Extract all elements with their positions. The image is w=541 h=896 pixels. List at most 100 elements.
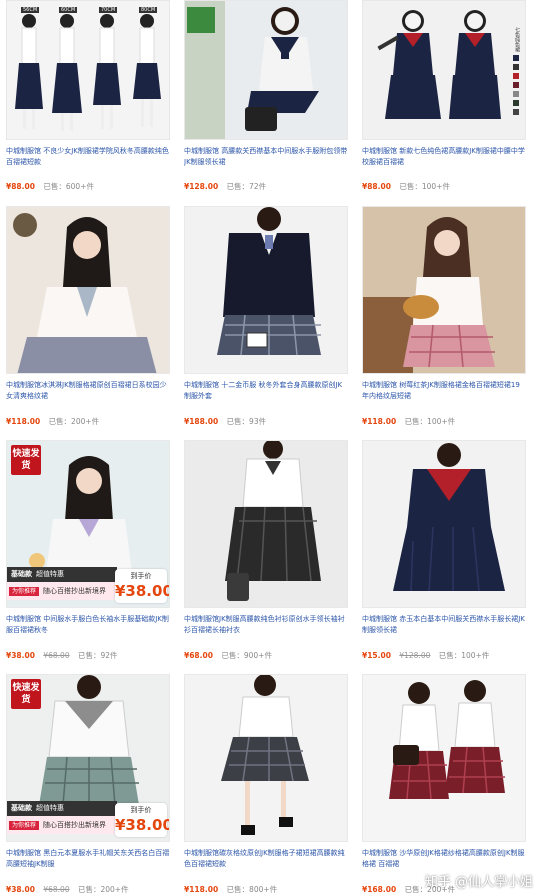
promo-top: 基础款 超值特惠	[7, 801, 117, 816]
product-meta: ¥15.00 ¥128.00 已售：100+件	[362, 650, 526, 661]
product-card[interactable]: 中城制服馆JK制服高腰款纯色衬衫原创水手领长袖衬衫百褶裙长袖衬衣 ¥68.00 …	[178, 440, 348, 661]
product-card[interactable]: 中城制服馆冰淇淋JK制服格裙原创百褶裙日系校园少女清爽格纹裙 ¥118.00 已…	[0, 206, 170, 427]
product-price: ¥118.00	[6, 417, 41, 426]
promo-price: ¥38.00	[115, 582, 170, 600]
product-price: ¥15.00	[362, 651, 391, 660]
product-price: ¥68.00	[184, 651, 213, 660]
product-image[interactable]	[184, 206, 348, 374]
product-title[interactable]: 中城制服馆JK制服高腰款纯色衬衫原创水手领长袖衬衫百褶裙长袖衬衣	[184, 614, 348, 636]
product-meta: ¥188.00 已售：93件	[184, 416, 348, 427]
product-title[interactable]: 中城制服馆 沙华原创JK格裙纱格裙高腰款原创JK制服格裙 百褶裙	[362, 848, 526, 870]
product-meta: ¥38.00 ¥68.00 已售：200+件	[6, 884, 170, 895]
product-card[interactable]: 快速发货 基础款 超值特惠 为你推荐 随心百搭抄出新境界 到手价 ¥38.00 中城制…	[0, 674, 170, 895]
sold-count: 已售：100+件	[399, 182, 450, 191]
original-price: ¥68.00	[43, 885, 70, 894]
promo-basic: 基础款	[11, 804, 32, 812]
product-card[interactable]: 中城制服馆 高腰款关西襟基本中间服水手服附包领带JK制服领长裙 ¥128.00 …	[178, 0, 348, 218]
product-price: ¥38.00	[6, 885, 35, 894]
size-label: 60CM	[59, 7, 78, 13]
sold-count: 已售：92件	[77, 651, 118, 660]
promo-banner: 基础款 超值特惠 为你推荐 随心百搭抄出新境界 到手价 ¥38.00	[7, 567, 169, 607]
product-meta: ¥118.00 已售：100+件	[362, 416, 526, 427]
product-price: ¥128.00	[184, 182, 219, 191]
sold-count: 已售：600+件	[43, 182, 94, 191]
promo-deal: 超值特惠	[36, 570, 64, 578]
promo-basic: 基础款	[11, 570, 32, 578]
product-card[interactable]: 中城制服馆 沙华原创JK格裙纱格裙高腰款原创JK制服格裙 百褶裙 ¥168.00…	[356, 674, 526, 894]
sold-count: 已售：200+件	[48, 417, 100, 426]
product-meta: ¥118.00 已售：200+件	[6, 416, 170, 427]
original-price: ¥128.00	[399, 651, 431, 660]
product-title[interactable]: 中城制服馆 中间服水手服白色长袖水手服基础款JK制服百褶裙秋冬	[6, 614, 170, 636]
product-image[interactable]	[184, 440, 348, 608]
original-price: ¥68.00	[43, 651, 70, 660]
sold-count: 已售：900+件	[221, 651, 272, 660]
product-meta: ¥38.00 ¥68.00 已售：92件	[6, 650, 170, 661]
size-label: 70CM	[99, 7, 118, 13]
product-title[interactable]: 中城制服馆 树莓红茶JK制服格裙金格百褶裙短裙19年内格纹层短裙	[362, 380, 526, 402]
promo-desc: 随心百搭抄出新境界	[43, 587, 107, 595]
product-image[interactable]: 56CM 60CM 70CM 80CM	[6, 0, 170, 140]
promo-price: ¥38.00	[115, 816, 170, 834]
product-meta: ¥68.00 已售：900+件	[184, 650, 348, 661]
product-card[interactable]: 56CM 60CM 70CM 80CM 中城制服馆 不良少女JK制服裙学院风秋冬…	[0, 0, 170, 218]
product-image[interactable]	[184, 674, 348, 842]
product-title[interactable]: 中城制服馆 赤玉本白基本中间服关西襟水手服长裙JK制服领长裙	[362, 614, 526, 636]
product-card[interactable]: 中城制服馆 十二金币服 秋冬外套合身高腰款原创JK制服外套 ¥188.00 已售…	[178, 206, 348, 427]
watermark: 知乎 @仙人掌小姐	[424, 875, 533, 890]
promo-tag: 为你推荐	[9, 821, 40, 830]
sold-count: 已售：72件	[226, 182, 267, 191]
sold-count: 已售：100+件	[404, 417, 456, 426]
size-label: 80CM	[139, 7, 158, 13]
product-card[interactable]: 中城制服馆 树莓红茶JK制服格裙金格百褶裙短裙19年内格纹层短裙 ¥118.00…	[356, 206, 526, 427]
product-title[interactable]: 中城制服馆 十二金币服 秋冬外套合身高腰款原创JK制服外套	[184, 380, 348, 402]
fast-ship-badge: 快速发货	[11, 679, 41, 709]
product-price: ¥88.00	[6, 182, 35, 191]
promo-deal: 超值特惠	[36, 804, 64, 812]
product-image[interactable]: 七色纯色裙	[362, 0, 526, 140]
product-meta: ¥118.00 已售：800+件	[184, 884, 348, 895]
sold-count: 已售：800+件	[226, 885, 278, 894]
product-price: ¥188.00	[184, 417, 219, 426]
product-image[interactable]	[6, 206, 170, 374]
promo-price-box: 到手价 ¥38.00	[115, 569, 170, 603]
product-image[interactable]: 快速发货 基础款 超值特惠 为你推荐 随心百搭抄出新境界 到手价 ¥38.00	[6, 440, 170, 608]
color-label: 七色纯色裙	[514, 27, 520, 52]
product-title[interactable]: 中城制服馆碳灰格纹原创JK制服格子裙短裙高腰款纯色百褶裙短款	[184, 848, 348, 870]
promo-top: 基础款 超值特惠	[7, 567, 117, 582]
sold-count: 已售：200+件	[77, 885, 129, 894]
product-price: ¥118.00	[184, 885, 219, 894]
product-image[interactable]	[362, 674, 526, 842]
product-title[interactable]: 中城制服馆 不良少女JK制服裙学院风秋冬高腰款纯色百褶裙短款	[6, 146, 170, 168]
product-image[interactable]	[184, 0, 348, 140]
promo-tag: 为你推荐	[9, 587, 40, 596]
product-price: ¥88.00	[362, 182, 391, 191]
product-title[interactable]: 中城制服馆 新款七色纯色裙高腰款JK制服裙中腰中学校服裙百褶裙	[362, 146, 526, 168]
promo-price-box: 到手价 ¥38.00	[115, 803, 170, 837]
product-card[interactable]: 中城制服馆 赤玉本白基本中间服关西襟水手服长裙JK制服领长裙 ¥15.00 ¥1…	[356, 440, 526, 661]
product-card[interactable]: 七色纯色裙 中城制服馆 新款七色纯色裙高腰款JK制服裙中腰中学校服裙百褶裙 ¥8…	[356, 0, 526, 218]
promo-price-label: 到手价	[130, 572, 152, 580]
product-image[interactable]: 快速发货 基础款 超值特惠 为你推荐 随心百搭抄出新境界 到手价 ¥38.00	[6, 674, 170, 842]
sold-count: 已售：100+件	[438, 651, 490, 660]
product-price: ¥38.00	[6, 651, 35, 660]
product-image[interactable]	[362, 206, 526, 374]
promo-desc: 随心百搭抄出新境界	[43, 821, 107, 829]
product-card[interactable]: 快速发货 基础款 超值特惠 为你推荐 随心百搭抄出新境界 到手价 ¥38.00 中城制…	[0, 440, 170, 661]
fast-ship-badge: 快速发货	[11, 445, 41, 475]
product-card[interactable]: 中城制服馆碳灰格纹原创JK制服格子裙短裙高腰款纯色百褶裙短款 ¥118.00 已…	[178, 674, 348, 895]
product-price: ¥168.00	[362, 885, 397, 894]
product-price: ¥118.00	[362, 417, 397, 426]
product-title[interactable]: 中城制服馆 黑白元本夏服水手礼帽关东关西名白百褶高腰短袖JK制服	[6, 848, 170, 870]
product-title[interactable]: 中城制服馆 高腰款关西襟基本中间服水手服附包领带JK制服领长裙	[184, 146, 348, 168]
sold-count: 已售：93件	[226, 417, 267, 426]
promo-price-label: 到手价	[130, 806, 152, 814]
product-meta: ¥128.00 已售：72件	[184, 181, 348, 192]
product-title[interactable]: 中城制服馆冰淇淋JK制服格裙原创百褶裙日系校园少女清爽格纹裙	[6, 380, 170, 402]
product-meta: ¥88.00 已售：100+件	[362, 181, 526, 192]
product-meta: ¥88.00 已售：600+件	[6, 181, 170, 192]
promo-banner: 基础款 超值特惠 为你推荐 随心百搭抄出新境界 到手价 ¥38.00	[7, 801, 169, 841]
product-image[interactable]	[362, 440, 526, 608]
size-label: 56CM	[21, 7, 40, 13]
product-grid: 56CM 60CM 70CM 80CM 中城制服馆 不良少女JK制服裙学院风秋冬…	[0, 0, 541, 896]
